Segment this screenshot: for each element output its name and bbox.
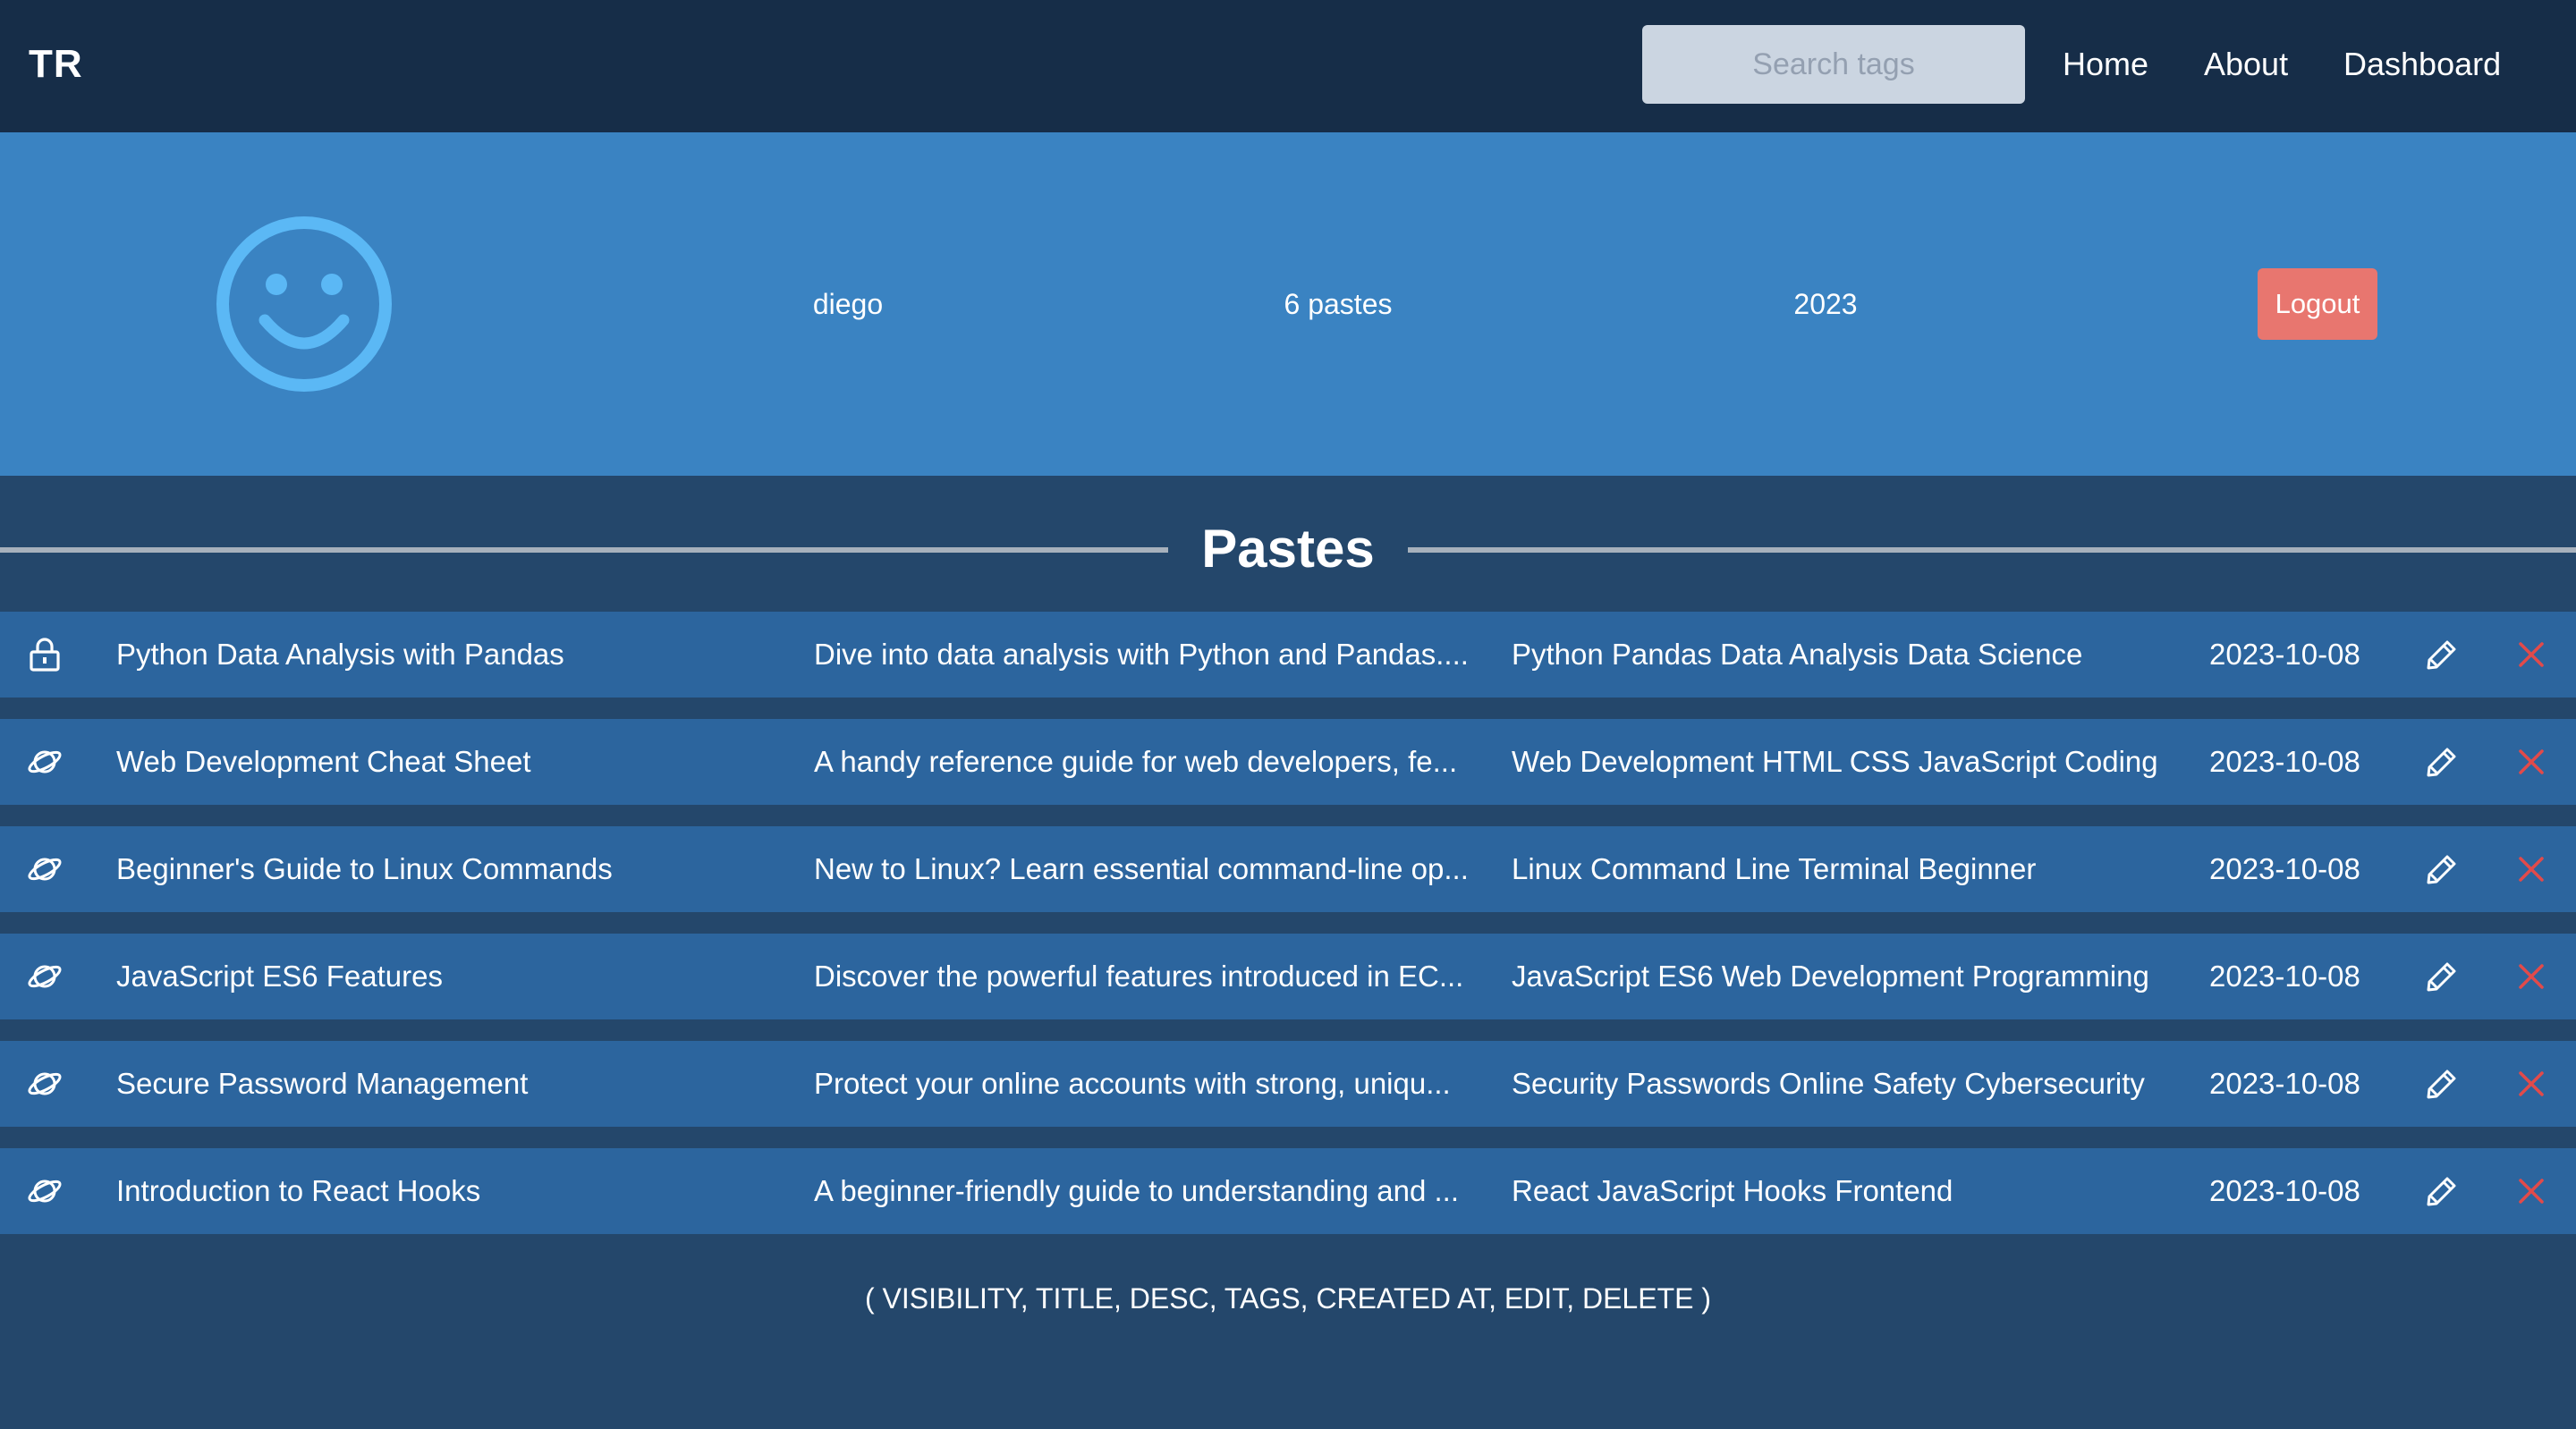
section-title: Pastes — [1201, 519, 1375, 579]
globe-icon — [25, 826, 64, 912]
divider-left — [0, 547, 1168, 553]
profile-paste-count: 6 pastes — [1284, 288, 1393, 320]
lock-icon — [25, 612, 64, 698]
delete-close-icon[interactable] — [2512, 1041, 2551, 1127]
paste-description: Dive into data analysis with Python and … — [814, 638, 1469, 671]
paste-description: A handy reference guide for web develope… — [814, 745, 1458, 778]
delete-close-icon[interactable] — [2512, 719, 2551, 805]
edit-pencil-icon[interactable] — [2422, 934, 2462, 1019]
paste-created-at: 2023-10-08 — [2209, 745, 2360, 778]
edit-pencil-icon[interactable] — [2422, 1148, 2462, 1234]
paste-title[interactable]: Web Development Cheat Sheet — [116, 719, 796, 805]
top-navbar: TR Home About Dashboard — [0, 0, 2576, 132]
paste-title[interactable]: JavaScript ES6 Features — [116, 934, 796, 1019]
paste-description: Protect your online accounts with strong… — [814, 1067, 1451, 1100]
logout-button[interactable]: Logout — [2258, 268, 2377, 340]
avatar — [215, 215, 394, 393]
paste-row[interactable]: Beginner's Guide to Linux Commands New to… — [0, 826, 2576, 912]
profile-year: 2023 — [1793, 288, 1858, 320]
paste-description: New to Linux? Learn essential command-li… — [814, 852, 1469, 885]
paste-created-at: 2023-10-08 — [2209, 1174, 2360, 1207]
profile-banner: diego 6 pastes 2023 Logout — [0, 132, 2576, 476]
edit-pencil-icon[interactable] — [2422, 612, 2462, 698]
paste-description: A beginner-friendly guide to understandi… — [814, 1174, 1460, 1207]
search-tags-input[interactable] — [1642, 25, 2025, 104]
paste-title[interactable]: Beginner's Guide to Linux Commands — [116, 826, 796, 912]
paste-row[interactable]: Introduction to React Hooks A beginner-fr… — [0, 1148, 2576, 1234]
paste-title[interactable]: Python Data Analysis with Pandas — [116, 612, 796, 698]
globe-icon — [25, 934, 64, 1019]
nav-link-dashboard[interactable]: Dashboard — [2343, 39, 2501, 89]
globe-icon — [25, 1148, 64, 1234]
site-logo[interactable]: TR — [29, 39, 83, 89]
paste-created-at: 2023-10-08 — [2209, 638, 2360, 671]
paste-tags: Python Pandas Data Analysis Data Science — [1512, 638, 2083, 671]
paste-title[interactable]: Introduction to React Hooks — [116, 1148, 796, 1234]
paste-title[interactable]: Secure Password Management — [116, 1041, 796, 1127]
smiley-face-icon — [216, 216, 392, 392]
paste-tags: Linux Command Line Terminal Beginner — [1512, 852, 2037, 885]
paste-created-at: 2023-10-08 — [2209, 1067, 2360, 1100]
paste-row[interactable]: Python Data Analysis with Pandas Dive int… — [0, 612, 2576, 698]
paste-row[interactable]: Web Development Cheat Sheet A handy refer… — [0, 719, 2576, 805]
paste-created-at: 2023-10-08 — [2209, 852, 2360, 885]
paste-description: Discover the powerful features introduce… — [814, 960, 1464, 993]
nav-link-about[interactable]: About — [2204, 39, 2288, 89]
delete-close-icon[interactable] — [2512, 1148, 2551, 1234]
nav-link-home[interactable]: Home — [2063, 39, 2148, 89]
paste-tags: Web Development HTML CSS JavaScript Codi… — [1512, 745, 2158, 778]
profile-username: diego — [812, 288, 884, 320]
paste-row[interactable]: Secure Password Management Protect your o… — [0, 1041, 2576, 1127]
edit-pencil-icon[interactable] — [2422, 719, 2462, 805]
globe-icon — [25, 719, 64, 805]
edit-pencil-icon[interactable] — [2422, 826, 2462, 912]
column-legend: ( VISIBILITY, TITLE, DESC, TAGS, CREATED… — [864, 1282, 1712, 1315]
paste-row[interactable]: JavaScript ES6 Features Discover the powe… — [0, 934, 2576, 1019]
paste-created-at: 2023-10-08 — [2209, 960, 2360, 993]
edit-pencil-icon[interactable] — [2422, 1041, 2462, 1127]
paste-tags: Security Passwords Online Safety Cyberse… — [1512, 1067, 2145, 1100]
delete-close-icon[interactable] — [2512, 934, 2551, 1019]
globe-icon — [25, 1041, 64, 1127]
paste-tags: React JavaScript Hooks Frontend — [1512, 1174, 1953, 1207]
delete-close-icon[interactable] — [2512, 826, 2551, 912]
divider-right — [1408, 547, 2576, 553]
paste-tags: JavaScript ES6 Web Development Programmi… — [1512, 960, 2149, 993]
delete-close-icon[interactable] — [2512, 612, 2551, 698]
